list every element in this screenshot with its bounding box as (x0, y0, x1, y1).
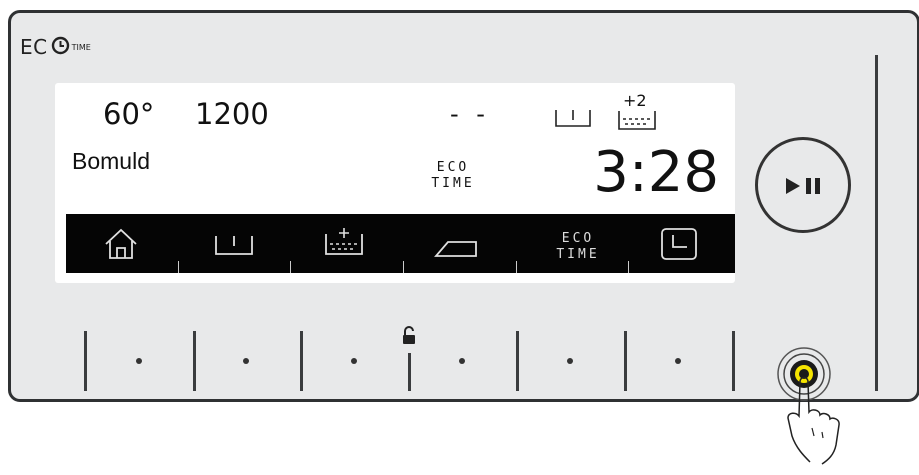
bar-divider (516, 261, 517, 273)
prewash-status-icon (555, 110, 591, 127)
option-touch-button[interactable] (351, 358, 357, 364)
iron-icon[interactable] (432, 234, 480, 260)
delay-touch-button[interactable] (675, 358, 681, 364)
bar-divider (403, 261, 404, 273)
eco-time-button-bottom: TIME (556, 247, 600, 262)
bar-divider (178, 261, 179, 273)
prewash-icon[interactable] (213, 232, 255, 258)
clock-icon (51, 36, 70, 59)
extra-rinse-count: +2 (623, 91, 647, 110)
touch-slot-line (732, 331, 735, 391)
spin-speed-value[interactable]: 1200 (195, 97, 269, 131)
touch-slot-line (300, 331, 303, 391)
touch-slot-line (84, 331, 87, 391)
option-value: - - (450, 100, 490, 128)
option-icon-bar (66, 214, 735, 273)
delay-start-icon[interactable] (659, 226, 699, 262)
brand-ec: EC (20, 35, 48, 59)
bar-divider (628, 261, 629, 273)
touch-slot-line (408, 353, 411, 391)
right-divider (875, 55, 878, 391)
extra-rinse-icon[interactable] (323, 226, 365, 258)
spin-touch-button[interactable] (243, 358, 249, 364)
brand-time: TIME (71, 42, 91, 52)
home-icon[interactable] (102, 226, 140, 262)
touch-slot-line (516, 331, 519, 391)
temperature-touch-button[interactable] (136, 358, 142, 364)
option-touch-button[interactable] (459, 358, 465, 364)
ecotime-indicator: ECO TIME (418, 160, 488, 192)
play-pause-icon (786, 178, 820, 194)
eco-time-button-top: ECO (561, 231, 595, 246)
pointing-hand-icon (787, 376, 840, 465)
program-name: Bomuld (72, 148, 150, 174)
ecotime-indicator-top: ECO (436, 160, 470, 175)
extra-rinse-status-icon (618, 111, 656, 130)
start-pause-button[interactable] (755, 137, 851, 233)
eco-time-touch-button[interactable] (567, 358, 573, 364)
remaining-time: 3:28 (593, 140, 719, 205)
child-lock-icon[interactable] (401, 326, 417, 346)
temperature-value[interactable]: 60° (103, 97, 154, 131)
touch-slot-line (193, 331, 196, 391)
eco-time-button[interactable]: ECO TIME (543, 231, 613, 263)
ecotime-indicator-bottom: TIME (431, 176, 475, 191)
ecotime-brand-logo: EC TIME (20, 35, 91, 59)
touch-slot-line (624, 331, 627, 391)
bar-divider (290, 261, 291, 273)
